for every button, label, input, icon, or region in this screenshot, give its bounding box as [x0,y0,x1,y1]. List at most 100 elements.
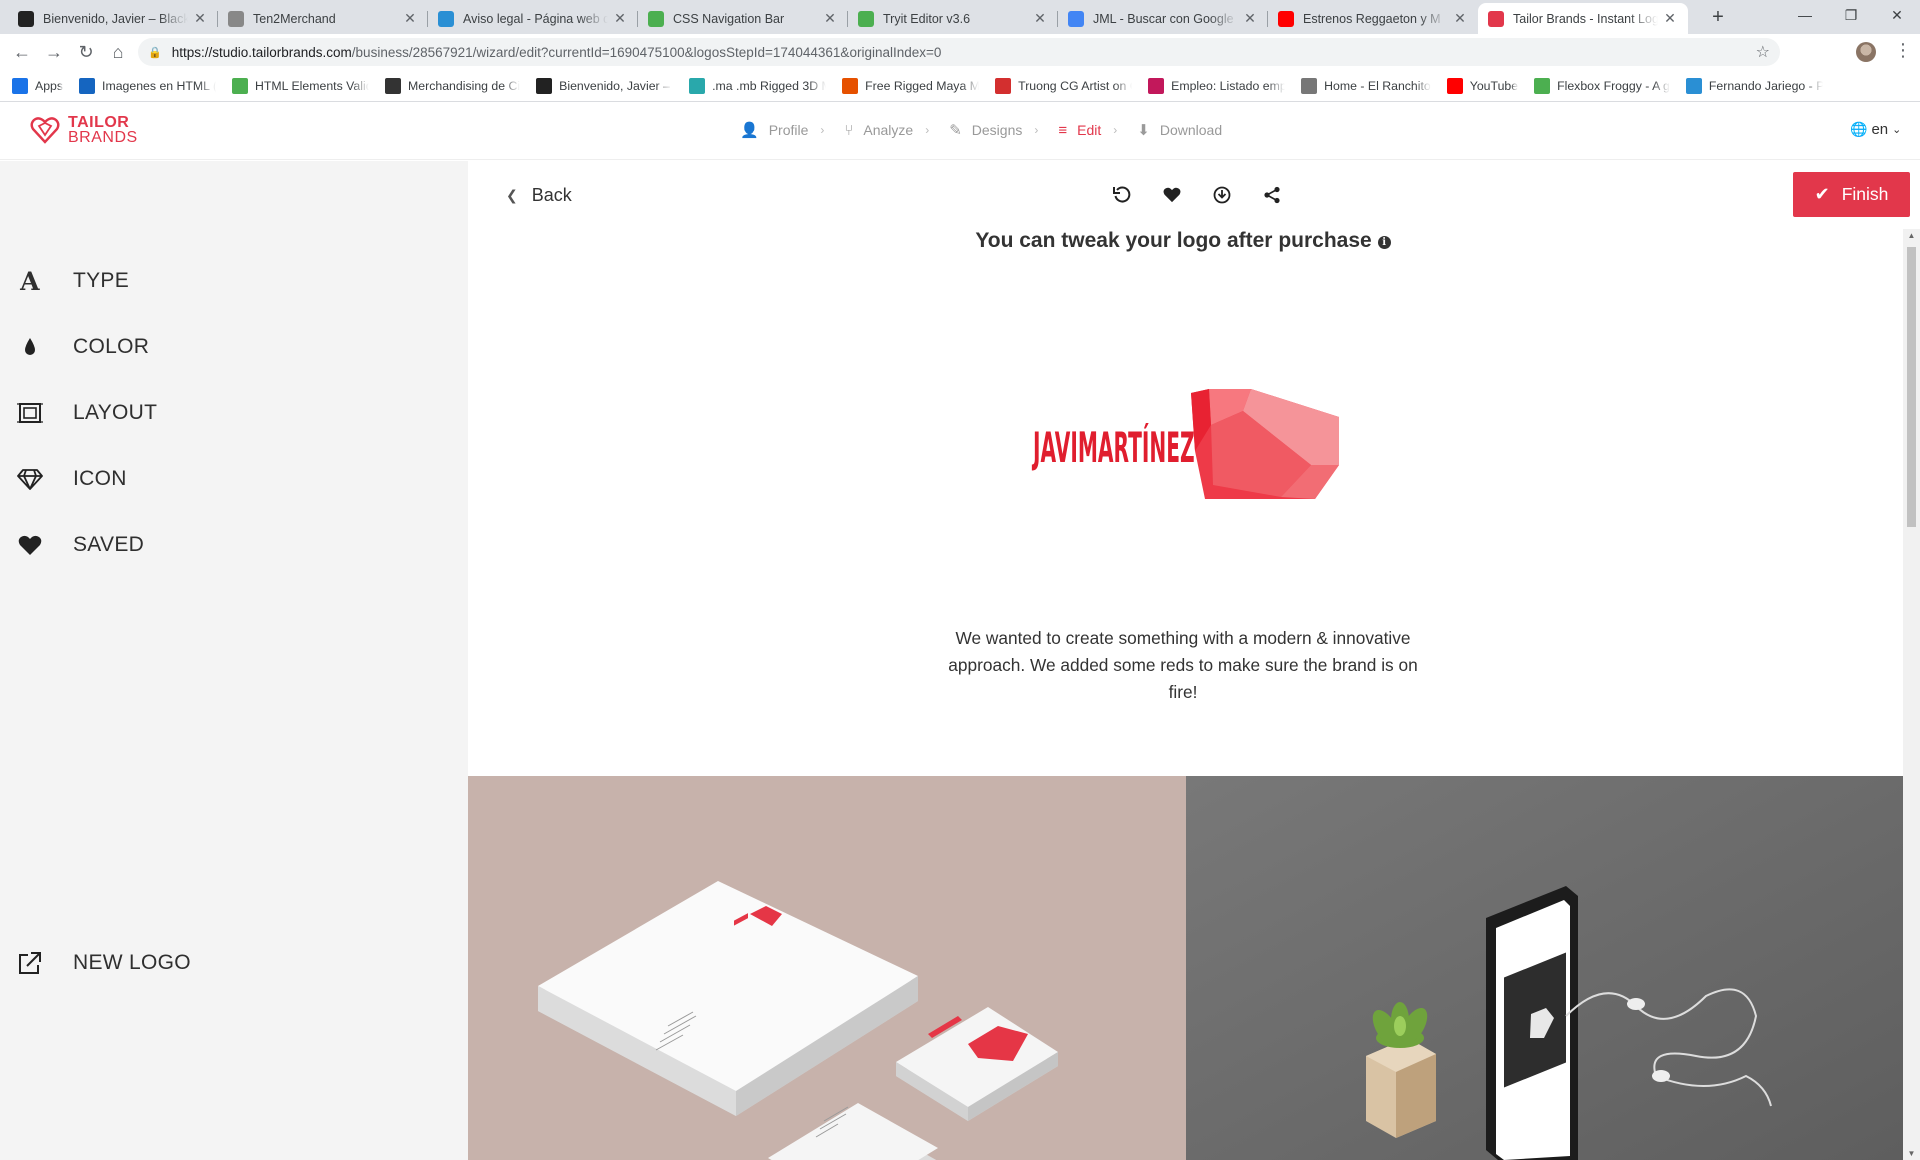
close-tab-icon[interactable]: ✕ [822,10,838,27]
undo-icon[interactable] [1110,183,1134,207]
wizard-step-label: Profile [768,122,809,138]
download-circle-icon[interactable] [1210,183,1234,207]
bookmark-favicon-icon [995,77,1012,94]
bookmark-favicon-icon [1301,77,1318,94]
close-tab-icon[interactable]: ✕ [1452,10,1468,27]
sidebar-item-color[interactable]: COLOR [16,333,149,361]
close-window-button[interactable]: ✕ [1874,0,1920,30]
close-tab-icon[interactable]: ✕ [192,10,208,27]
sidebar-item-type[interactable]: A TYPE [16,267,129,296]
apps-grid-icon [12,77,28,94]
sidebar-item-layout[interactable]: LAYOUT [16,399,157,427]
sidebar-item-label: SAVED [73,533,145,556]
tab-favicon-icon [1068,10,1084,27]
bookmark-item[interactable]: Home - El Ranchito [1301,77,1431,94]
browser-tab[interactable]: Ten2Merchand ✕ [218,3,428,34]
share-icon[interactable] [1260,183,1284,207]
browser-tab[interactable]: Aviso legal - Página web de ✕ [428,3,638,34]
bookmarks-bar: Apps Imagenes en HTML (Ima HTML Elements V… [0,70,1920,102]
home-icon[interactable]: ⌂ [106,40,130,64]
page-scrollbar[interactable]: ▲ ▼ [1903,229,1920,1160]
pencil-icon: ✎ [949,122,962,139]
back-button[interactable]: ❮ Back [506,185,572,206]
close-tab-icon[interactable]: ✕ [1662,10,1678,27]
tab-title: Bienvenido, Javier – Blackboard [43,11,188,26]
editor-toolbar [1110,183,1310,207]
close-tab-icon[interactable]: ✕ [612,10,628,27]
wizard-steps: 👤 Profile › ⑂ Analyze › ✎ Designs › ≡ Edit › ⬇ Downlo… [740,121,1222,140]
wizard-step-profile[interactable]: 👤 Profile › [740,121,844,139]
headline-text: You can tweak your logo after purchase [975,229,1372,252]
scroll-down-icon[interactable]: ▼ [1906,1149,1917,1158]
bookmark-item[interactable]: Fernando Jariego - P [1685,77,1823,94]
wizard-step-label: Designs [971,122,1023,138]
bookmark-item[interactable]: Flexbox Froggy - A g [1534,77,1670,94]
bookmark-item[interactable]: Merchandising de Ci [385,77,520,94]
menu-kebab-icon[interactable]: ⋮ [1894,40,1912,61]
bookmark-label: Imagenes en HTML (Ima [102,78,216,93]
forward-arrow-icon[interactable]: → [42,40,66,64]
external-link-icon [16,949,44,977]
sliders-icon: ≡ [1058,121,1068,139]
bookmark-item[interactable]: Truong CG Artist on C [995,77,1132,94]
language-selector[interactable]: 🌐 en ⌄ [1850,121,1901,138]
minimize-button[interactable]: — [1782,0,1828,30]
info-icon[interactable]: i [1377,236,1391,249]
check-icon: ✔ [1814,184,1830,204]
restore-button[interactable]: ❐ [1828,0,1874,30]
bookmark-item[interactable]: YouTube [1446,77,1519,94]
reload-icon[interactable]: ↻ [74,40,98,64]
close-tab-icon[interactable]: ✕ [402,10,418,27]
bookmark-label: Bienvenido, Javier – B [559,78,674,93]
browser-tab[interactable]: Tryit Editor v3.6 ✕ [848,3,1058,34]
browser-tab[interactable]: Estrenos Reggaeton y M ✕ [1268,3,1478,34]
wizard-step-edit[interactable]: ≡ Edit › [1058,122,1137,139]
wizard-step-label: Edit [1077,122,1102,138]
chevron-left-icon: ❮ [506,187,518,203]
sidebar-item-saved[interactable]: SAVED [16,531,144,559]
language-code: en [1871,121,1889,138]
bookmark-item[interactable]: Bienvenido, Javier – B [536,77,674,94]
bookmark-item[interactable]: .ma .mb Rigged 3D M [689,77,826,94]
bookmark-item[interactable]: HTML Elements Valid [232,77,369,94]
tab-title: CSS Navigation Bar [673,11,785,26]
browser-tab[interactable]: CSS Navigation Bar ✕ [638,3,848,34]
bookmark-star-icon[interactable]: ☆ [1756,42,1770,62]
scroll-up-icon[interactable]: ▲ [1906,231,1917,240]
browser-tab[interactable]: Bienvenido, Javier – Blackboard ✕ [8,3,218,34]
profile-avatar[interactable] [1856,42,1876,62]
bookmark-item[interactable]: Free Rigged Maya M [842,77,979,94]
browser-tab[interactable]: JML - Buscar con Google ✕ [1058,3,1268,34]
user-icon: 👤 [740,122,759,139]
bookmark-favicon-icon [1446,77,1463,94]
tab-title: Ten2Merchand [253,11,336,26]
wizard-step-designs[interactable]: ✎ Designs › [949,121,1058,139]
scroll-thumb[interactable] [1907,247,1916,527]
sidebar-item-icon[interactable]: ICON [16,465,127,493]
bookmark-item[interactable]: Empleo: Listado emp [1148,77,1285,94]
close-tab-icon[interactable]: ✕ [1032,10,1048,27]
wizard-step-download[interactable]: ⬇ Download [1137,121,1222,139]
new-logo-button[interactable]: NEW LOGO [16,949,191,977]
tab-favicon-icon [228,10,244,27]
new-logo-label: NEW LOGO [73,951,191,974]
finish-button[interactable]: ✔ Finish [1793,172,1910,217]
bookmark-favicon-icon [1148,77,1165,94]
back-arrow-icon[interactable]: ← [10,40,34,64]
wizard-step-analyze[interactable]: ⑂ Analyze › [844,122,949,139]
browser-tab[interactable]: Tailor Brands - Instant Logo ✕ [1478,3,1688,34]
bookmark-favicon-icon [536,77,553,94]
bookmark-item[interactable]: Apps [12,77,64,94]
logo-preview[interactable]: JAVIMARTÍNEZ [1033,385,1343,507]
url-path: /business/28567921/wizard/edit?currentId… [351,44,942,60]
address-bar[interactable]: 🔒 https://studio.tailorbrands.com/busine… [138,38,1780,66]
tailor-brands-logo[interactable]: TAILOR BRANDS [30,115,138,146]
bookmark-item[interactable]: Imagenes en HTML (Ima [79,77,216,94]
bookmark-label: Apps [35,78,64,93]
close-tab-icon[interactable]: ✕ [1242,10,1258,27]
new-tab-button[interactable]: + [1706,6,1730,30]
bookmark-favicon-icon [1534,77,1551,94]
bookmark-label: YouTube [1469,78,1519,93]
favorite-heart-icon[interactable] [1160,183,1184,207]
chevron-right-icon: › [1034,123,1039,137]
